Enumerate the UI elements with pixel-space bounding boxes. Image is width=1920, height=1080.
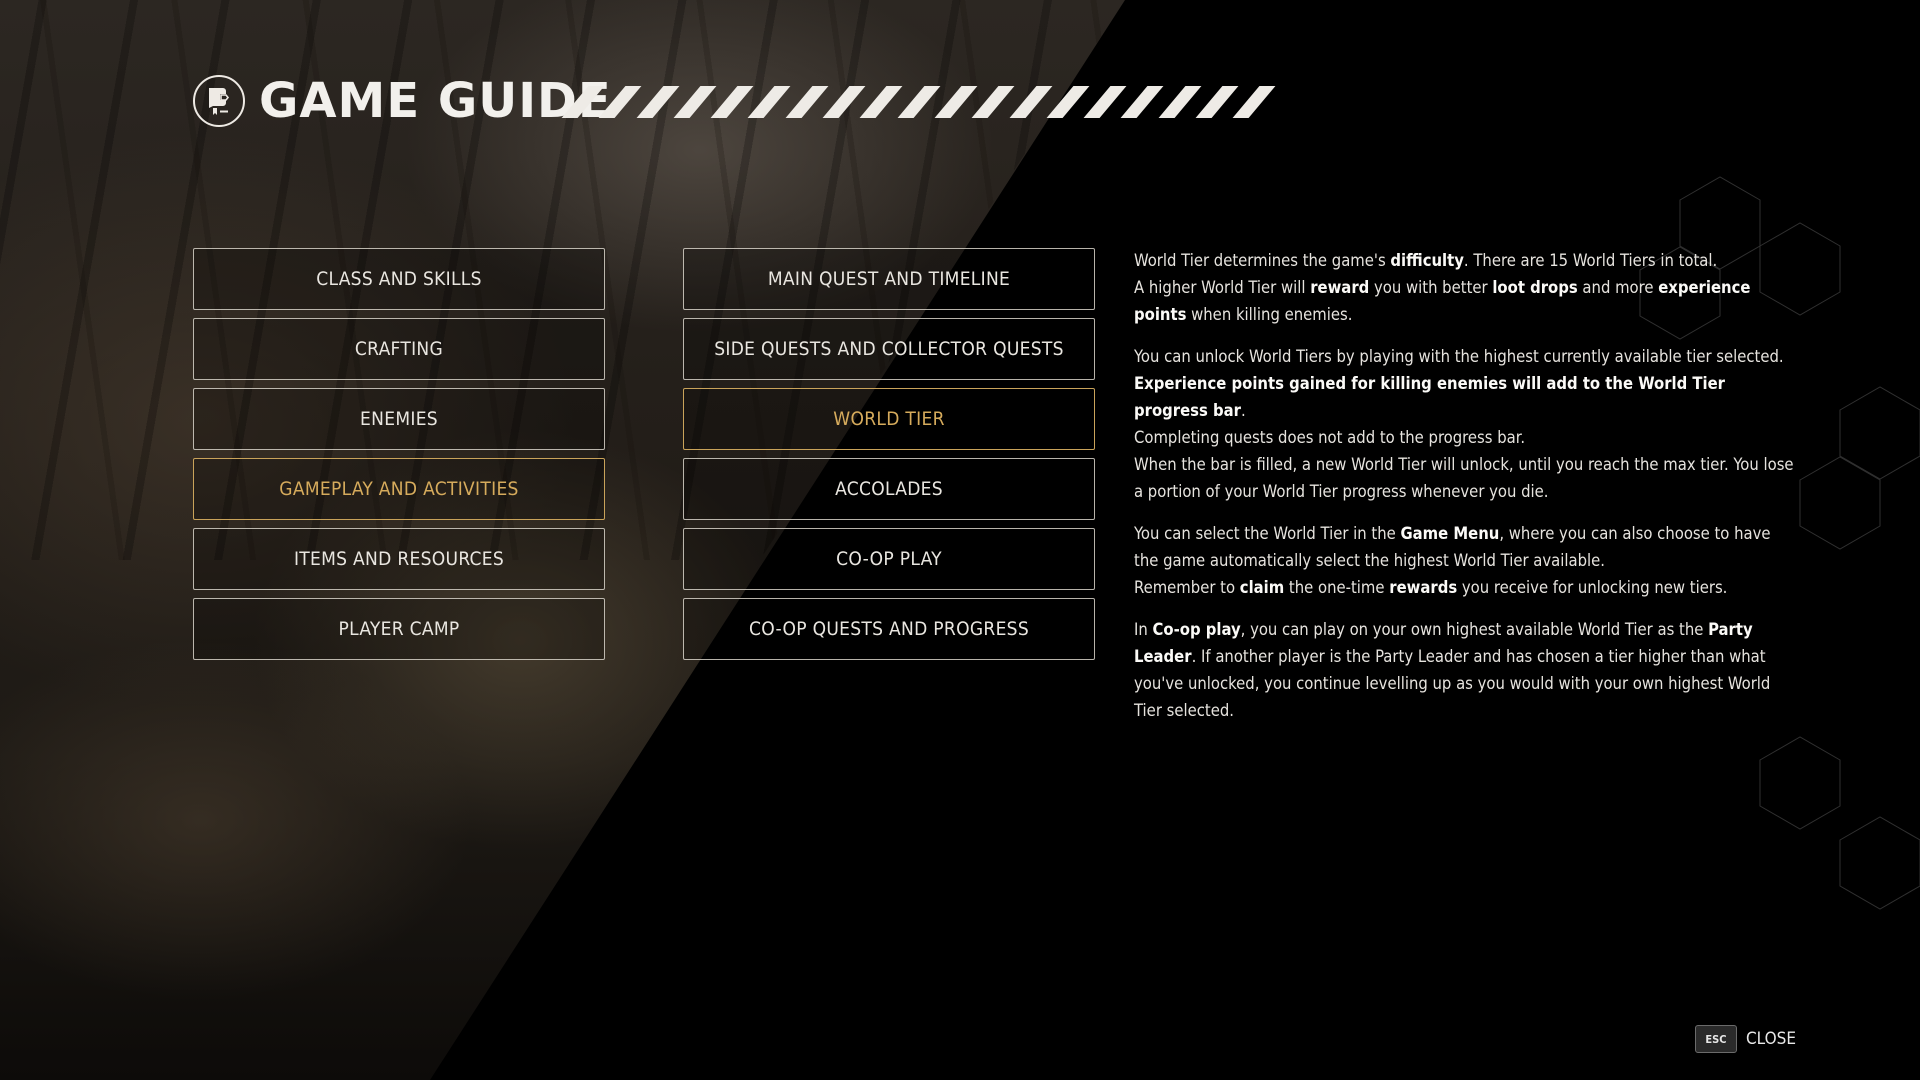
description-paragraph: You can unlock World Tiers by playing wi…	[1134, 343, 1794, 505]
emphasis-text: Game Menu	[1400, 524, 1500, 543]
topic-description: World Tier determines the game's difficu…	[1134, 247, 1794, 739]
slash-mark	[934, 86, 978, 118]
category-items-and-resources[interactable]: ITEMS AND RESOURCES	[193, 528, 605, 590]
page-header: GAME GUIDE	[193, 73, 612, 129]
esc-key-icon[interactable]: ESC	[1695, 1025, 1737, 1053]
header-slash-decoration	[561, 86, 1284, 118]
emphasis-text: loot drops	[1492, 278, 1578, 297]
body-text: . There are 15 World Tiers in total.	[1463, 251, 1718, 270]
description-paragraph: You can select the World Tier in the Gam…	[1134, 520, 1794, 601]
category-co-op-play[interactable]: CO-OP PLAY	[683, 528, 1095, 590]
slash-mark	[822, 86, 866, 118]
slash-mark	[971, 86, 1015, 118]
slash-mark	[1046, 86, 1090, 118]
body-text: World Tier determines the game's	[1134, 251, 1391, 270]
slash-mark	[636, 86, 680, 118]
body-text: A higher World Tier will	[1134, 278, 1311, 297]
description-paragraph: In Co-op play, you can play on your own …	[1134, 616, 1794, 724]
emphasis-text: Co-op play	[1152, 620, 1241, 639]
category-crafting[interactable]: CRAFTING	[193, 318, 605, 380]
body-text: and more	[1577, 278, 1659, 297]
slash-mark	[598, 86, 642, 118]
emphasis-text: claim	[1239, 578, 1285, 597]
body-text: , you can play on your own highest avail…	[1240, 620, 1709, 639]
emphasis-text: reward	[1310, 278, 1370, 297]
category-co-op-quests-and-progress[interactable]: CO-OP QUESTS AND PROGRESS	[683, 598, 1095, 660]
category-accolades[interactable]: ACCOLADES	[683, 458, 1095, 520]
guide-book-icon	[193, 75, 245, 127]
category-main-quest-and-timeline[interactable]: MAIN QUEST AND TIMELINE	[683, 248, 1095, 310]
body-text: .	[1240, 401, 1246, 420]
emphasis-text: Experience points gained for killing ene…	[1134, 374, 1725, 420]
slash-mark	[1009, 86, 1052, 118]
category-gameplay-and-activities[interactable]: GAMEPLAY AND ACTIVITIES	[193, 458, 605, 520]
category-side-quests-and-collector-quests[interactable]: SIDE QUESTS AND COLLECTOR QUESTS	[683, 318, 1095, 380]
body-text: you with better	[1369, 278, 1493, 297]
slash-mark	[1121, 86, 1164, 118]
page-title: GAME GUIDE	[259, 73, 612, 129]
slash-mark	[785, 86, 829, 118]
body-text: When the bar is filled, a new World Tier…	[1134, 455, 1794, 501]
slash-mark	[1195, 86, 1239, 118]
slash-mark	[897, 86, 941, 118]
category-player-camp[interactable]: PLAYER CAMP	[193, 598, 605, 660]
body-text: Completing quests does not add to the pr…	[1134, 428, 1526, 447]
slash-mark	[748, 86, 791, 118]
slash-mark	[859, 86, 903, 118]
slash-mark	[1232, 86, 1276, 118]
slash-mark	[710, 86, 754, 118]
category-class-and-skills[interactable]: CLASS AND SKILLS	[193, 248, 605, 310]
body-text: when killing enemies.	[1186, 305, 1353, 324]
body-text: the one-time	[1284, 578, 1390, 597]
close-label[interactable]: CLOSE	[1746, 1029, 1796, 1049]
close-button[interactable]: ESC CLOSE	[1695, 1025, 1796, 1053]
slash-mark	[673, 86, 717, 118]
description-paragraph: World Tier determines the game's difficu…	[1134, 247, 1794, 328]
category-world-tier[interactable]: WORLD TIER	[683, 388, 1095, 450]
body-text: You can select the World Tier in the	[1134, 524, 1401, 543]
emphasis-text: rewards	[1389, 578, 1458, 597]
body-text: You can unlock World Tiers by playing wi…	[1134, 347, 1784, 366]
category-enemies[interactable]: ENEMIES	[193, 388, 605, 450]
emphasis-text: difficulty	[1390, 251, 1464, 270]
slash-mark	[1083, 86, 1127, 118]
body-text: you receive for unlocking new tiers.	[1457, 578, 1728, 597]
body-text: . If another player is the Party Leader …	[1134, 647, 1771, 720]
body-text: In	[1134, 620, 1153, 639]
slash-mark	[1158, 86, 1202, 118]
body-text: Remember to	[1134, 578, 1240, 597]
